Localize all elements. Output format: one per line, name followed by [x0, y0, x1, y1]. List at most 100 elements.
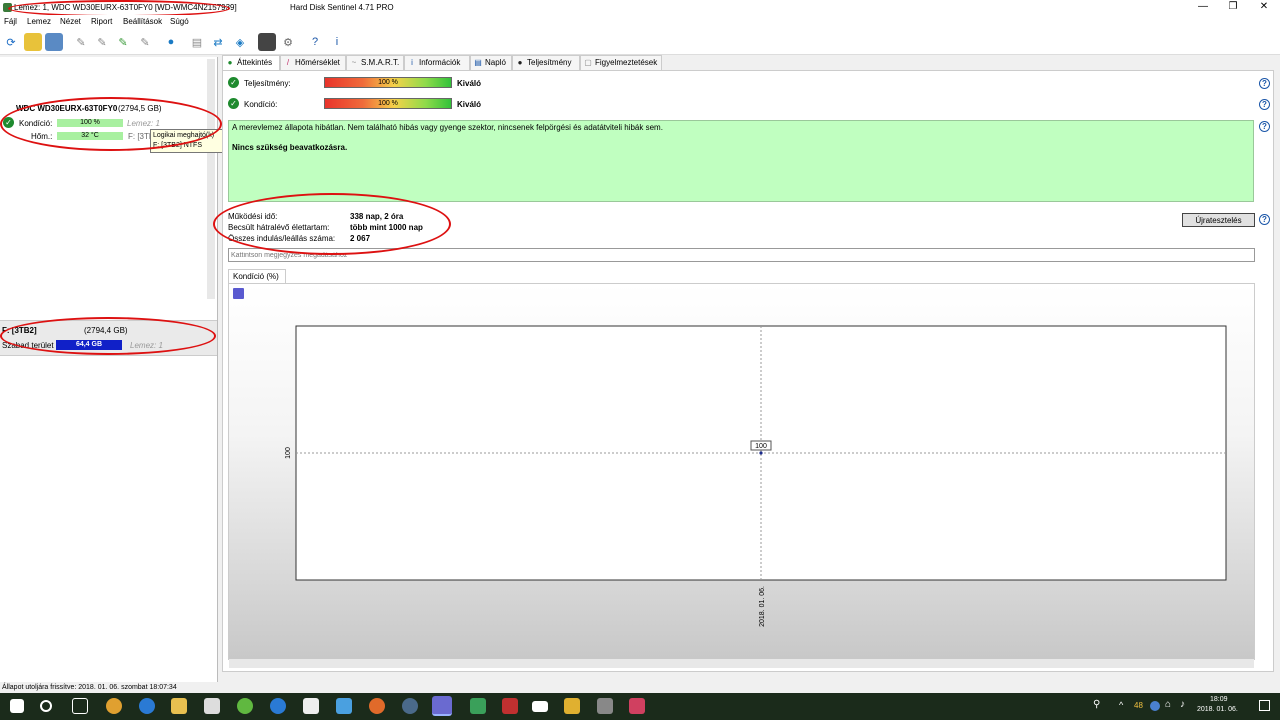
tool-icon-4[interactable]: ✎: [136, 33, 154, 51]
menu-disk[interactable]: Lemez: [27, 17, 51, 26]
document-title: Lemez: 1, WDC WD30EURX-63T0FY0 [WD-WMC4N…: [14, 3, 237, 12]
monitor-icon[interactable]: [258, 33, 276, 51]
tab-temperature-label: Hőmérséklet: [295, 58, 340, 67]
performance-help-icon[interactable]: ?: [1259, 78, 1270, 89]
tab-alerts[interactable]: ▢ Figyelmeztetések: [580, 55, 662, 70]
message-help-icon[interactable]: ?: [1259, 121, 1270, 132]
settings-icon[interactable]: ⚙: [279, 33, 297, 51]
document-icon[interactable]: ▤: [188, 33, 206, 51]
volume-icon[interactable]: ♪: [1180, 699, 1185, 710]
about-icon[interactable]: i: [328, 33, 346, 51]
minimize-button[interactable]: —: [1188, 0, 1218, 15]
close-button[interactable]: ✕: [1249, 0, 1279, 15]
app-blue-icon[interactable]: [270, 698, 286, 714]
data-label: 100: [750, 440, 772, 451]
tray-app-icon[interactable]: [1150, 701, 1160, 711]
maximize-button[interactable]: ❐: [1218, 0, 1248, 15]
retest-help-icon[interactable]: ?: [1259, 214, 1270, 225]
tool-icon-1[interactable]: ✎: [72, 33, 90, 51]
search-icon[interactable]: [40, 700, 52, 712]
menu-view[interactable]: Nézet: [60, 17, 81, 26]
tab-smart-label: S.M.A.R.T.: [361, 58, 400, 67]
left-scrollbar[interactable]: [207, 59, 215, 299]
hdsentinel-taskbar-icon[interactable]: [432, 696, 452, 716]
condition-chart: 100 100 2018. 01. 06.: [285, 325, 1227, 627]
notification-icon[interactable]: [1259, 700, 1270, 711]
menu-report[interactable]: Riport: [91, 17, 112, 26]
volume-name: F: [3TB2]: [2, 326, 37, 335]
tab-log[interactable]: ▤ Napló: [470, 55, 512, 70]
thermometer-icon: /: [286, 58, 290, 67]
retest-button[interactable]: Újratesztelés: [1182, 213, 1255, 227]
menu-help[interactable]: Súgó: [170, 17, 189, 26]
menu-settings[interactable]: Beállítások: [123, 17, 162, 26]
status-message-box: A merevlemez állapota hibátlan. Nem talá…: [228, 120, 1254, 202]
free-space-label: Szabad terület: [2, 341, 54, 350]
tab-alerts-label: Figyelmeztetések: [595, 58, 658, 67]
explorer-icon[interactable]: [171, 698, 187, 714]
temp-label: Hőm.:: [31, 132, 53, 141]
disk-list-panel: WDC WD30EURX-63T0FY0 (2794,5 GB) ✓ Kondí…: [0, 57, 224, 682]
health-help-icon[interactable]: ?: [1259, 99, 1270, 110]
clock-time[interactable]: 18:09: [1210, 696, 1228, 703]
app-green-icon[interactable]: [470, 698, 486, 714]
status-ok-icon: ✓: [3, 117, 14, 128]
disk-test-icon[interactable]: [24, 33, 42, 51]
mail-icon[interactable]: [532, 701, 548, 712]
tab-performance[interactable]: ● Teljesítmény: [512, 55, 580, 70]
app-red-icon[interactable]: [502, 698, 518, 714]
chart-tab-label: Kondíció (%): [233, 272, 279, 281]
smart-icon: ~: [351, 58, 357, 67]
note-input[interactable]: [228, 248, 1255, 262]
app-colorful-icon[interactable]: [629, 698, 645, 714]
volume-card[interactable]: F: [3TB2] (2794,4 GB) Szabad terület 64,…: [0, 320, 217, 356]
edge-icon[interactable]: [139, 698, 155, 714]
app-title: Hard Disk Sentinel 4.71 PRO: [290, 3, 394, 12]
network-tray-icon[interactable]: ⚲: [1093, 699, 1100, 710]
chart-tab[interactable]: Kondíció (%): [228, 269, 286, 283]
health-gauge: 100 %: [324, 98, 452, 109]
windows-start-icon[interactable]: [10, 699, 24, 713]
chrome-icon[interactable]: [106, 698, 122, 714]
app-white-icon[interactable]: [303, 698, 319, 714]
tab-information[interactable]: i Információk: [404, 55, 470, 70]
volume-size: (2794,4 GB): [84, 326, 128, 335]
startstop-value: 2 067: [350, 234, 371, 243]
info-disk-icon[interactable]: [45, 33, 63, 51]
utorrent-icon[interactable]: [237, 698, 253, 714]
chart-scrollbar[interactable]: [229, 659, 1254, 668]
tray-temp[interactable]: 48: [1134, 701, 1143, 710]
sync-icon[interactable]: ⇄: [209, 33, 227, 51]
tab-smart[interactable]: ~ S.M.A.R.T.: [346, 55, 404, 70]
tab-performance-label: Teljesítmény: [527, 58, 572, 67]
status-bar: Állapot utoljára frissítve: 2018. 01. 06…: [0, 682, 1280, 693]
app-orange-icon[interactable]: [369, 698, 385, 714]
task-view-icon[interactable]: [72, 698, 88, 714]
globe-icon[interactable]: ●: [162, 33, 180, 51]
tool-icon-2[interactable]: ✎: [93, 33, 111, 51]
app-yellow-icon[interactable]: [564, 698, 580, 714]
data-point: [759, 451, 763, 455]
app-purple-icon[interactable]: [336, 698, 352, 714]
lifetime-label: Becsült hátralévő élettartam:: [228, 223, 330, 232]
steam-icon[interactable]: [402, 698, 418, 714]
disk-size: (2794,5 GB): [118, 104, 162, 113]
tray-expand-icon[interactable]: ^: [1119, 700, 1123, 710]
wifi-icon[interactable]: ⌂: [1165, 699, 1171, 710]
store-icon[interactable]: [204, 698, 220, 714]
tool-icon-3[interactable]: ✎: [114, 33, 132, 51]
health-label: Kondíció:: [19, 119, 53, 128]
disk-name: WDC WD30EURX-63T0FY0: [16, 104, 118, 113]
health-rating: Kiváló: [457, 100, 482, 109]
tab-overview[interactable]: ● Áttekintés: [222, 55, 280, 71]
refresh-icon[interactable]: ⟳: [2, 33, 20, 51]
uptime-label: Működési idő:: [228, 212, 278, 221]
app-grey-icon[interactable]: [597, 698, 613, 714]
menu-file[interactable]: Fájl: [4, 17, 17, 26]
clock-date[interactable]: 2018. 01. 06.: [1197, 706, 1238, 713]
help-icon[interactable]: ?: [306, 33, 324, 51]
title-bar: Lemez: 1, WDC WD30EURX-63T0FY0 [WD-WMC4N…: [0, 0, 1280, 15]
network-icon[interactable]: ◈: [231, 33, 249, 51]
app-icon: [3, 3, 12, 12]
tab-temperature[interactable]: / Hőmérséklet: [280, 55, 346, 70]
